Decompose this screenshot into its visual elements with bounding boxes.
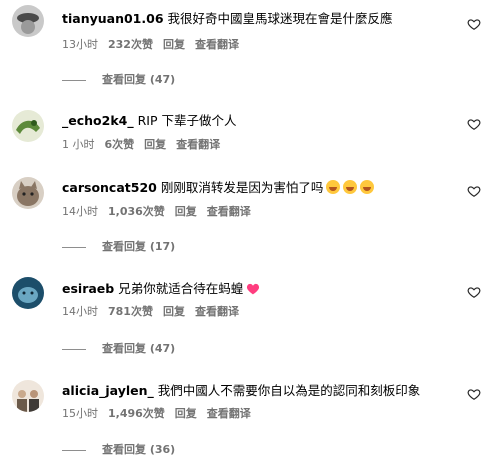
comment-time: 14小时 [62, 205, 98, 218]
avatar[interactable] [12, 277, 44, 309]
comment-text: 我們中國人不需要你自以為是的認同和刻板印象 [157, 383, 421, 398]
laughing-emoji-icon [360, 180, 375, 194]
comment-likes[interactable]: 1,036次赞 [108, 205, 165, 218]
avatar[interactable] [12, 177, 44, 209]
reply-button[interactable]: 回复 [175, 407, 197, 420]
avatar[interactable] [12, 5, 44, 37]
comment-time: 14小时 [62, 305, 98, 318]
comment-likes[interactable]: 6次赞 [105, 138, 135, 151]
comment-username[interactable]: tianyuan01.06 [62, 11, 164, 26]
comment-text: 兄弟你就适合待在蚂蝗 [118, 281, 244, 296]
view-replies-button[interactable]: 查看回复 (47) [62, 342, 175, 356]
divider-line [62, 348, 86, 350]
heart-icon[interactable] [467, 184, 481, 198]
avatar[interactable] [12, 380, 44, 412]
heart-icon[interactable] [467, 285, 481, 299]
avatar[interactable] [12, 110, 44, 142]
reply-button[interactable]: 回复 [163, 305, 185, 318]
heart-icon[interactable] [467, 17, 481, 31]
comment-text: RIP 下辈子做个人 [137, 113, 237, 128]
heart-icon[interactable] [467, 387, 481, 401]
divider-line [62, 79, 86, 81]
comment-username[interactable]: carsoncat520 [62, 180, 157, 195]
comment-time: 13小时 [62, 38, 98, 51]
view-replies-button[interactable]: 查看回复 (17) [62, 240, 175, 254]
laughing-emoji-icon [343, 180, 358, 194]
translate-button[interactable]: 查看翻译 [207, 205, 251, 218]
laughing-emoji-icon [326, 180, 341, 194]
comment-likes[interactable]: 781次赞 [108, 305, 153, 318]
comment-likes[interactable]: 232次赞 [108, 38, 153, 51]
comment-text: 我很好奇中國皇馬球迷現在會是什麼反應 [167, 11, 393, 26]
view-replies-button[interactable]: 查看回复 (47) [62, 73, 175, 87]
translate-button[interactable]: 查看翻译 [195, 305, 239, 318]
reply-button[interactable]: 回复 [144, 138, 166, 151]
view-replies-button[interactable]: 查看回复 (36) [62, 443, 175, 457]
reply-button[interactable]: 回复 [163, 38, 185, 51]
translate-button[interactable]: 查看翻译 [195, 38, 239, 51]
reply-button[interactable]: 回复 [175, 205, 197, 218]
heart-icon[interactable] [467, 117, 481, 131]
comment-text: 刚刚取消转发是因为害怕了吗 [160, 180, 324, 195]
translate-button[interactable]: 查看翻译 [176, 138, 220, 151]
translate-button[interactable]: 查看翻译 [207, 407, 251, 420]
comment-time: 1 小时 [62, 138, 95, 151]
divider-line [62, 246, 86, 248]
pink-heart-emoji-icon [247, 283, 260, 295]
comment-likes[interactable]: 1,496次赞 [108, 407, 165, 420]
comment-username[interactable]: _echo2k4_ [62, 113, 134, 128]
comment-username[interactable]: alicia_jaylen_ [62, 383, 154, 398]
comment-username[interactable]: esiraeb [62, 281, 114, 296]
divider-line [62, 449, 86, 451]
comment-time: 15小时 [62, 407, 98, 420]
